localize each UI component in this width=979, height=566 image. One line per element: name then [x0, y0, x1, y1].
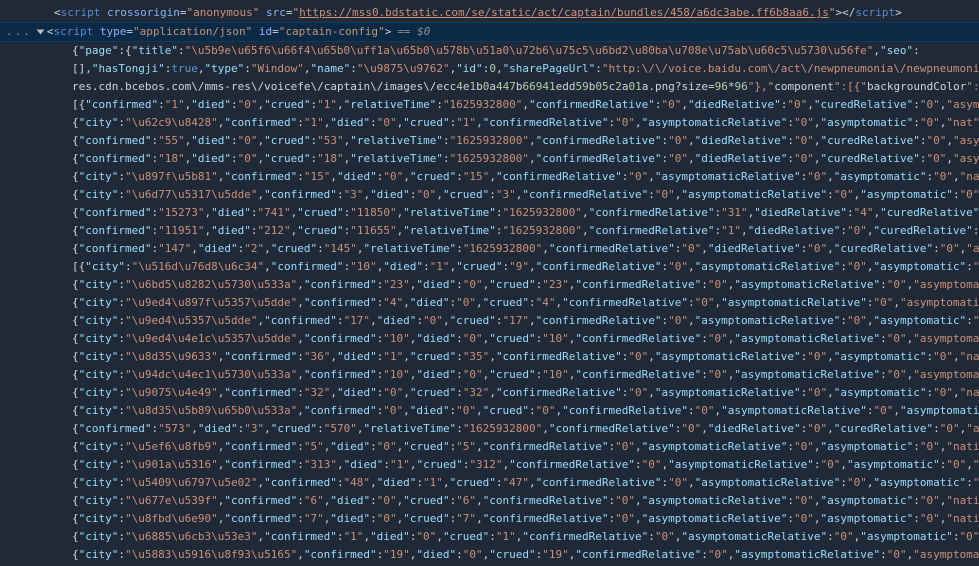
json-line: {"page":{"title":"\u5b9e\u65f6\u66f4\u65…: [36, 42, 979, 60]
json-line: {"city":"\u8fbd\u6e90","confirmed":"7","…: [36, 510, 979, 528]
json-line: {"city":"\u9ed4\u4e1c\u5357\u5dde","conf…: [36, 330, 979, 348]
script-src-value: https://mss0.bdstatic.com/se/static/act/…: [299, 6, 829, 19]
json-line: {"city":"\u9ed4\u897f\u5357\u5dde","conf…: [36, 294, 979, 312]
json-line: {"city":"\u94dc\u4ec1\u5730\u533a","conf…: [36, 366, 979, 384]
json-line: {"city":"\u5409\u6797\u5e02","confirmed"…: [36, 474, 979, 492]
json-line: {"city":"\u8d35\u9633","confirmed":"36",…: [36, 348, 979, 366]
json-line: {"city":"\u5883\u5916\u8f93\u5165","conf…: [36, 546, 979, 564]
json-line: {"city":"\u901a\u5316","confirmed":"313"…: [36, 456, 979, 474]
json-line: res.cdn.bcebos.com\/mms-res\/voicefe\/ca…: [36, 78, 979, 96]
json-line: {"confirmed":"11951","died":"212","crued…: [36, 222, 979, 240]
crossorigin-value: anonymous: [193, 6, 253, 19]
json-line: {"city":"\u9075\u4e49","confirmed":"32",…: [36, 384, 979, 402]
json-line: {"confirmed":"18","died":"0","crued":"18…: [36, 150, 979, 168]
json-line: {"city":"\u9ed4\u5357\u5dde","confirmed"…: [36, 312, 979, 330]
selected-element-row[interactable]: ... <script type="application/json" id="…: [0, 22, 979, 42]
json-line: {"city":"\u6bd5\u8282\u5730\u533a","conf…: [36, 276, 979, 294]
json-line: {"city":"\u5ef6\u8fb9","confirmed":"5","…: [36, 438, 979, 456]
json-line: {"confirmed":"147","died":"2","crued":"1…: [36, 240, 979, 258]
gutter-dots: ...: [6, 23, 32, 41]
script-type-value: application/json: [140, 25, 246, 38]
json-line: {"city":"\u6d77\u5317\u5dde","confirmed"…: [36, 186, 979, 204]
json-line: {"confirmed":"15273","died":"741","crued…: [36, 204, 979, 222]
code-editor[interactable]: <script crossorigin="anonymous" src="htt…: [0, 0, 979, 566]
json-line: [],"hasTongji":true,"type":"Window","nam…: [36, 60, 979, 78]
json-line: {"confirmed":"55","died":"0","crued":"53…: [36, 132, 979, 150]
json-line: [{"confirmed":"1","died":"0","crued":"1"…: [36, 96, 979, 114]
json-line: {"confirmed":"573","died":"3","crued":"5…: [36, 420, 979, 438]
expand-toggle-icon[interactable]: [36, 30, 44, 35]
json-line: [{"city":"\u516d\u76d8\u6c34","confirmed…: [36, 258, 979, 276]
html-line-script-external: <script crossorigin="anonymous" src="htt…: [36, 4, 979, 22]
json-line: {"city":"\u62c9\u8428","confirmed":"1","…: [36, 114, 979, 132]
json-line: {"city":"\u677e\u539f","confirmed":"6","…: [36, 492, 979, 510]
script-id-value: captain-config: [285, 25, 378, 38]
json-line: {"city":"\u897f\u5b81","confirmed":"15",…: [36, 168, 979, 186]
json-line: {"city":"\u8d35\u5b89\u65b0\u533a","conf…: [36, 402, 979, 420]
json-line: {"city":"\u6885\u6cb3\u53e3","confirmed"…: [36, 528, 979, 546]
devtools-selection-marker: == $0: [397, 23, 430, 41]
